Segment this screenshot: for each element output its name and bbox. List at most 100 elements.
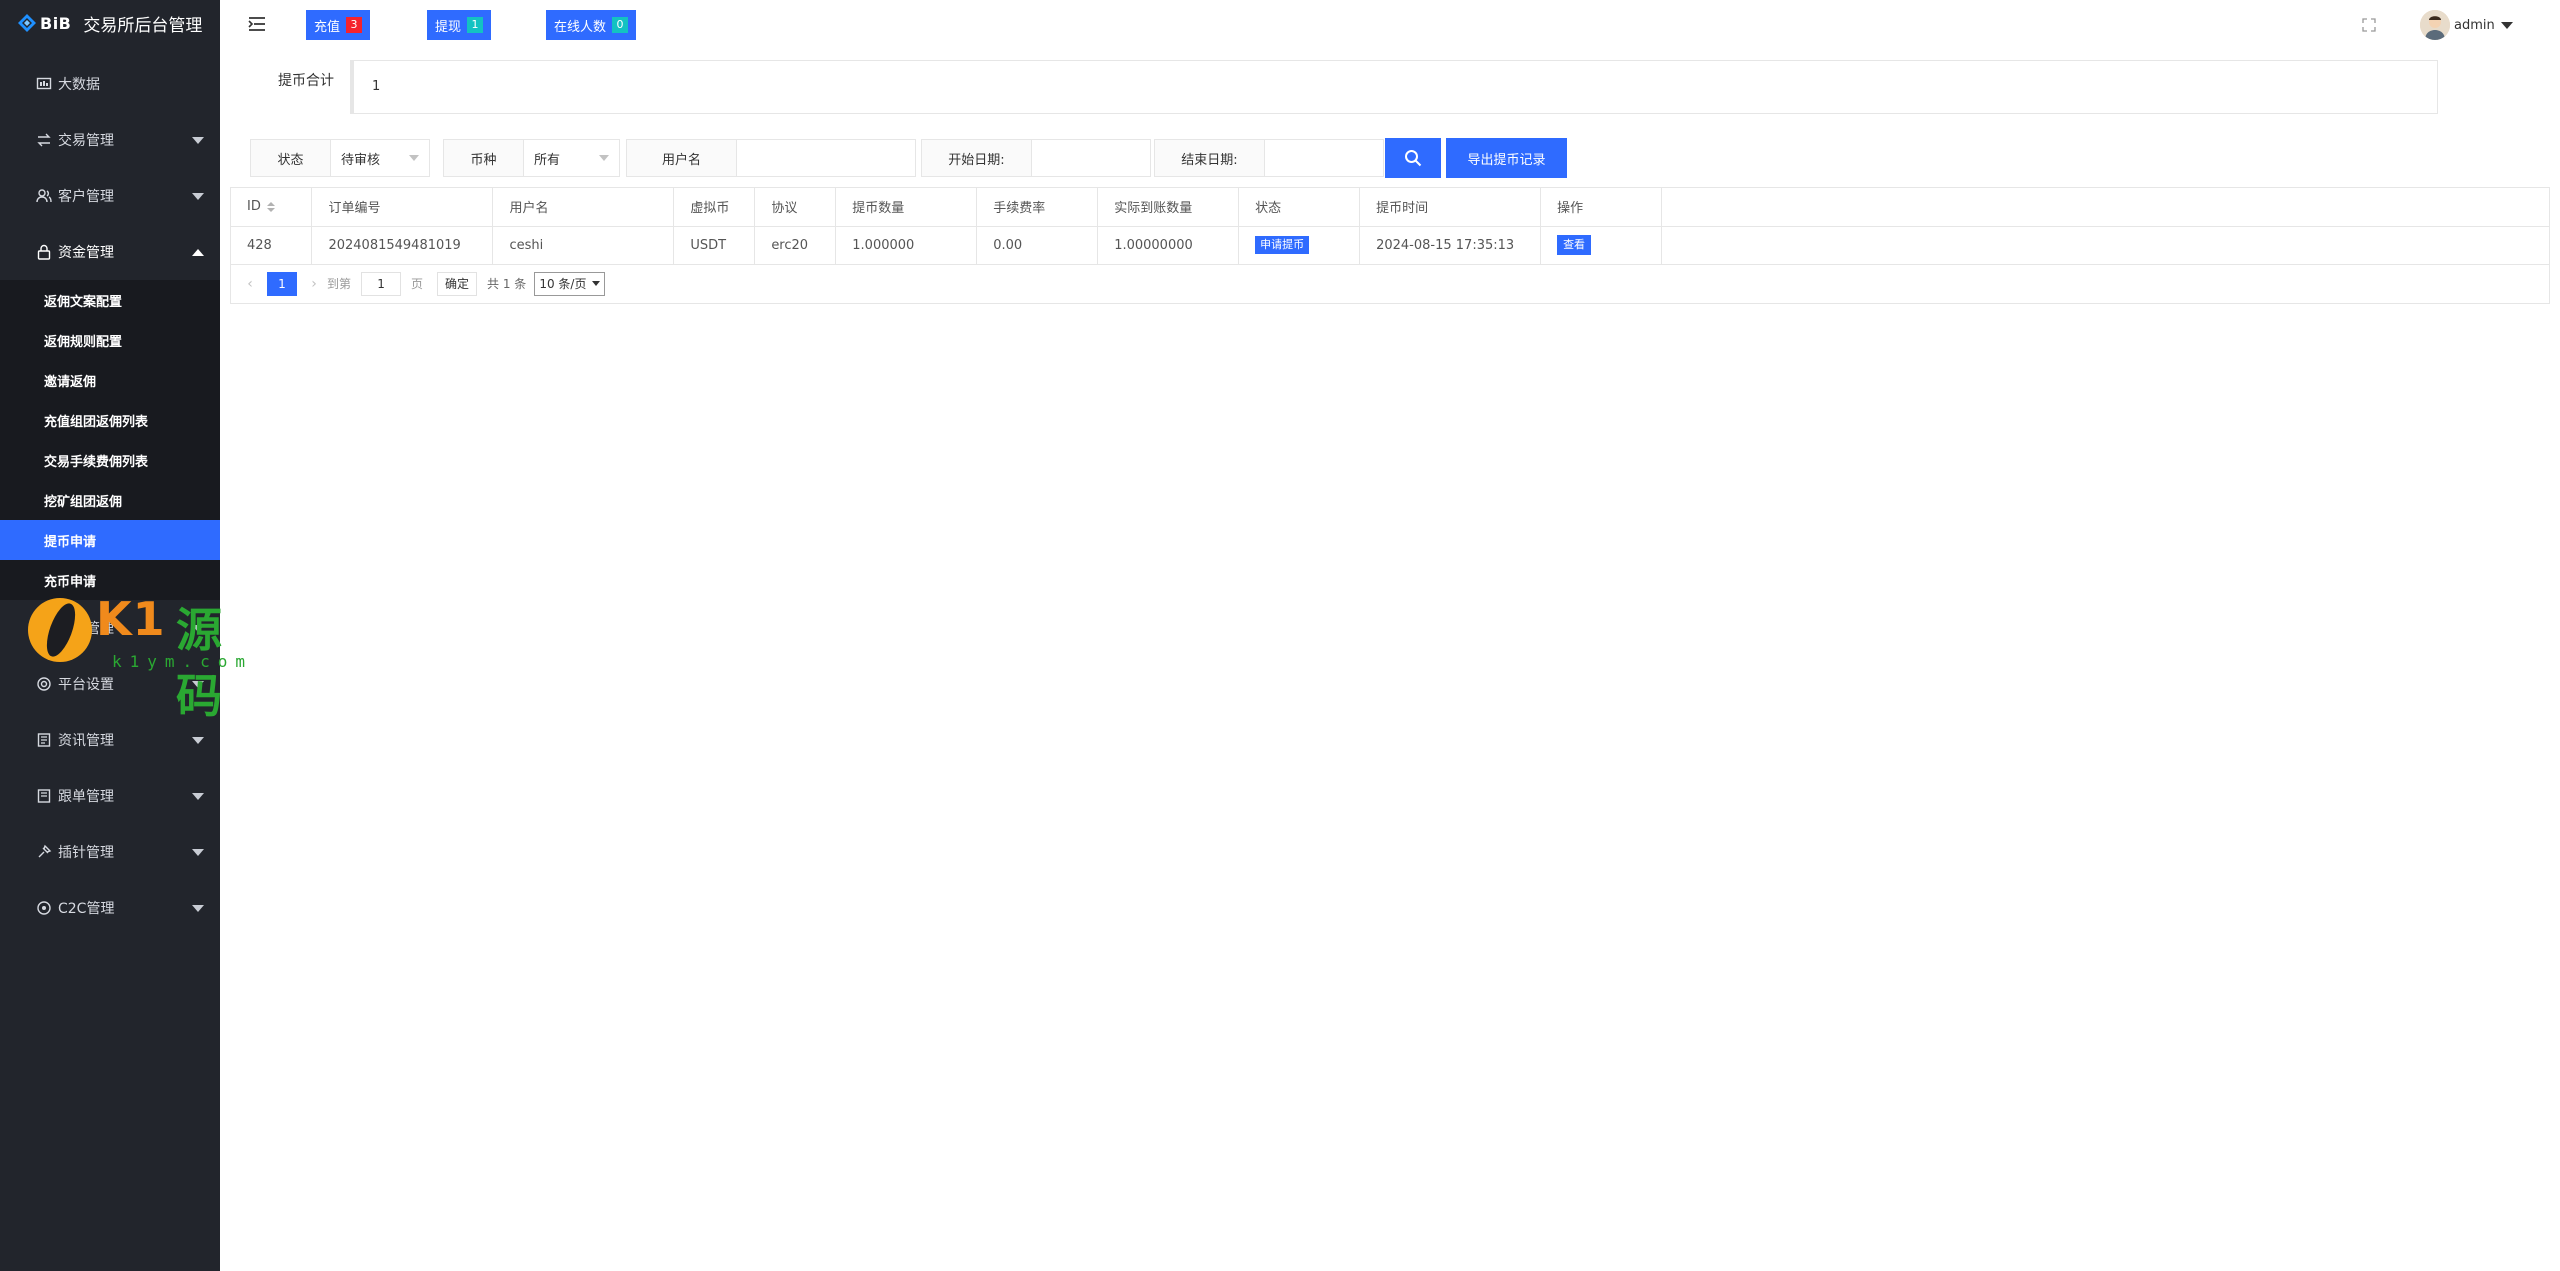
sidebar-item-label: 资讯管理 <box>58 733 114 749</box>
sidebar-menu: 大数据 交易管理 客户管理 资金管理 <box>0 56 220 280</box>
summary-label: 提币合计 <box>278 73 334 89</box>
coin-filter[interactable]: 币种 所有 <box>443 139 620 177</box>
export-withdraw-records-button[interactable]: 导出提币记录 <box>1446 138 1567 178</box>
username-filter-label: 用户名 <box>627 140 737 176</box>
fullscreen-icon[interactable] <box>2362 18 2376 32</box>
sidebar-item-label: 客户管理 <box>58 189 114 205</box>
withdraw-label: 提现 <box>435 19 462 35</box>
sidebar-item-big-data[interactable]: 大数据 <box>0 56 220 112</box>
sidebar-item-trade[interactable]: 交易管理 <box>0 112 220 168</box>
chevron-down-icon <box>192 137 204 144</box>
search-icon <box>1405 150 1422 167</box>
online-count-badge: 0 <box>612 17 629 33</box>
status-filter[interactable]: 状态 待审核 <box>250 139 430 177</box>
column-header-actual: 实际到账数量 <box>1097 188 1240 227</box>
page-size-value: 10 条/页 <box>539 277 587 291</box>
withdraw-button[interactable]: 提现 1 <box>427 10 492 40</box>
chevron-down-icon <box>192 193 204 200</box>
brand-title: 交易所后台管理 <box>83 15 203 36</box>
brand-mark: BiB <box>40 13 72 33</box>
summary-box: 1 <box>350 60 2438 114</box>
sidebar-item-finance[interactable]: 理财管理 <box>0 600 220 656</box>
next-page-icon[interactable]: › <box>307 276 321 292</box>
cell-filler <box>1661 226 2549 265</box>
column-header-fee-rate: 手续费率 <box>976 188 1099 227</box>
start-date-input[interactable] <box>1032 140 1150 176</box>
username-filter[interactable]: 用户名 <box>626 139 916 177</box>
cell-action: 查看 <box>1540 226 1662 265</box>
column-header-coin: 虚拟币 <box>673 188 756 227</box>
brand[interactable]: BiB 交易所后台管理 <box>0 0 220 46</box>
sidebar-item-customers[interactable]: 客户管理 <box>0 168 220 224</box>
submenu-item-rebate-copy[interactable]: 返佣文案配置 <box>0 280 220 320</box>
pin-icon <box>36 844 52 860</box>
cell-fee-rate: 0.00 <box>976 226 1099 265</box>
table-header-row: ID 订单编号 用户名 虚拟币 协议 提币数量 手续费率 实际到账数量 状态 提… <box>231 188 2549 227</box>
sort-icon[interactable] <box>266 201 275 212</box>
submenu-item-rebate-rules[interactable]: 返佣规则配置 <box>0 320 220 360</box>
start-date-filter[interactable]: 开始日期: <box>921 139 1151 177</box>
online-users-button[interactable]: 在线人数 0 <box>546 10 637 40</box>
submenu-item-mining-group-rebate[interactable]: 挖矿组团返佣 <box>0 480 220 520</box>
start-date-label: 开始日期: <box>922 140 1032 176</box>
chevron-down-icon <box>192 793 204 800</box>
withdraw-count-badge: 1 <box>467 17 484 33</box>
sidebar-item-funds[interactable]: 资金管理 <box>0 224 220 280</box>
lock-icon <box>36 244 52 260</box>
chevron-down-icon <box>192 681 204 688</box>
page-current[interactable]: 1 <box>267 271 297 296</box>
end-date-input[interactable] <box>1265 140 1383 176</box>
cell-actual: 1.00000000 <box>1097 226 1240 265</box>
cell-protocol: erc20 <box>754 226 837 265</box>
menu-toggle-icon[interactable] <box>248 16 266 32</box>
cell-time: 2024-08-15 17:35:13 <box>1359 226 1542 265</box>
column-header-protocol: 协议 <box>754 188 837 227</box>
goto-page-input[interactable]: 1 <box>361 271 402 296</box>
submenu-item-recharge-group-rebate[interactable]: 充值组团返佣列表 <box>0 400 220 440</box>
coin-select[interactable]: 所有 <box>524 140 619 176</box>
view-button[interactable]: 查看 <box>1557 235 1592 255</box>
caret-down-icon <box>2500 21 2513 29</box>
total-count: 共 1 条 <box>487 277 527 291</box>
sidebar-item-news[interactable]: 资讯管理 <box>0 712 220 768</box>
submenu-item-deposit-apply[interactable]: 充币申请 <box>0 560 220 600</box>
prev-page-icon[interactable]: ‹ <box>243 276 257 292</box>
column-header-action: 操作 <box>1540 188 1662 227</box>
submenu-item-withdraw-apply[interactable]: 提币申请 <box>0 520 220 560</box>
recharge-button[interactable]: 充值 3 <box>306 10 371 40</box>
sidebar-item-c2c[interactable]: C2C管理 <box>0 880 220 936</box>
sidebar-item-pin[interactable]: 插针管理 <box>0 824 220 880</box>
column-header-id[interactable]: ID <box>231 188 313 227</box>
end-date-filter[interactable]: 结束日期: <box>1154 139 1384 177</box>
settings-icon <box>36 676 52 692</box>
recharge-count-badge: 3 <box>346 17 363 33</box>
pagination: ‹ 1 › 到第 1 页 确定 共 1 条 10 条/页 <box>231 265 2549 303</box>
column-header-status: 状态 <box>1238 188 1361 227</box>
status-select[interactable]: 待审核 <box>331 140 429 176</box>
user-menu[interactable]: admin <box>2420 10 2513 40</box>
search-button[interactable] <box>1385 138 1441 178</box>
username-input[interactable] <box>737 140 915 176</box>
column-header-order-no: 订单编号 <box>311 188 494 227</box>
sidebar-item-label: 资金管理 <box>58 245 114 261</box>
users-icon <box>36 188 52 204</box>
avatar <box>2420 10 2450 40</box>
online-label: 在线人数 <box>554 19 607 35</box>
column-header-filler <box>1661 188 2549 227</box>
sidebar-item-copy-order[interactable]: 跟单管理 <box>0 768 220 824</box>
recharge-label: 充值 <box>314 19 341 35</box>
chevron-down-icon <box>192 625 204 632</box>
status-filter-label: 状态 <box>251 140 331 176</box>
top-header: 充值 3 提现 1 在线人数 0 admin <box>220 0 2560 50</box>
submenu-item-trade-fee-rebate[interactable]: 交易手续费佣列表 <box>0 440 220 480</box>
chevron-down-icon <box>192 849 204 856</box>
page-size-select[interactable]: 10 条/页 <box>534 271 606 296</box>
goto-confirm-button[interactable]: 确定 <box>437 271 478 296</box>
select-arrow-icon <box>599 155 609 161</box>
submenu-item-invite-rebate[interactable]: 邀请返佣 <box>0 360 220 400</box>
sidebar-menu-lower: 理财管理 平台设置 资讯管理 跟单管理 插针管理 C2C管理 <box>0 600 220 936</box>
chevron-down-icon <box>192 737 204 744</box>
chevron-up-icon <box>192 249 204 256</box>
sidebar-item-label: 交易管理 <box>58 133 114 149</box>
sidebar-item-platform-settings[interactable]: 平台设置 <box>0 656 220 712</box>
